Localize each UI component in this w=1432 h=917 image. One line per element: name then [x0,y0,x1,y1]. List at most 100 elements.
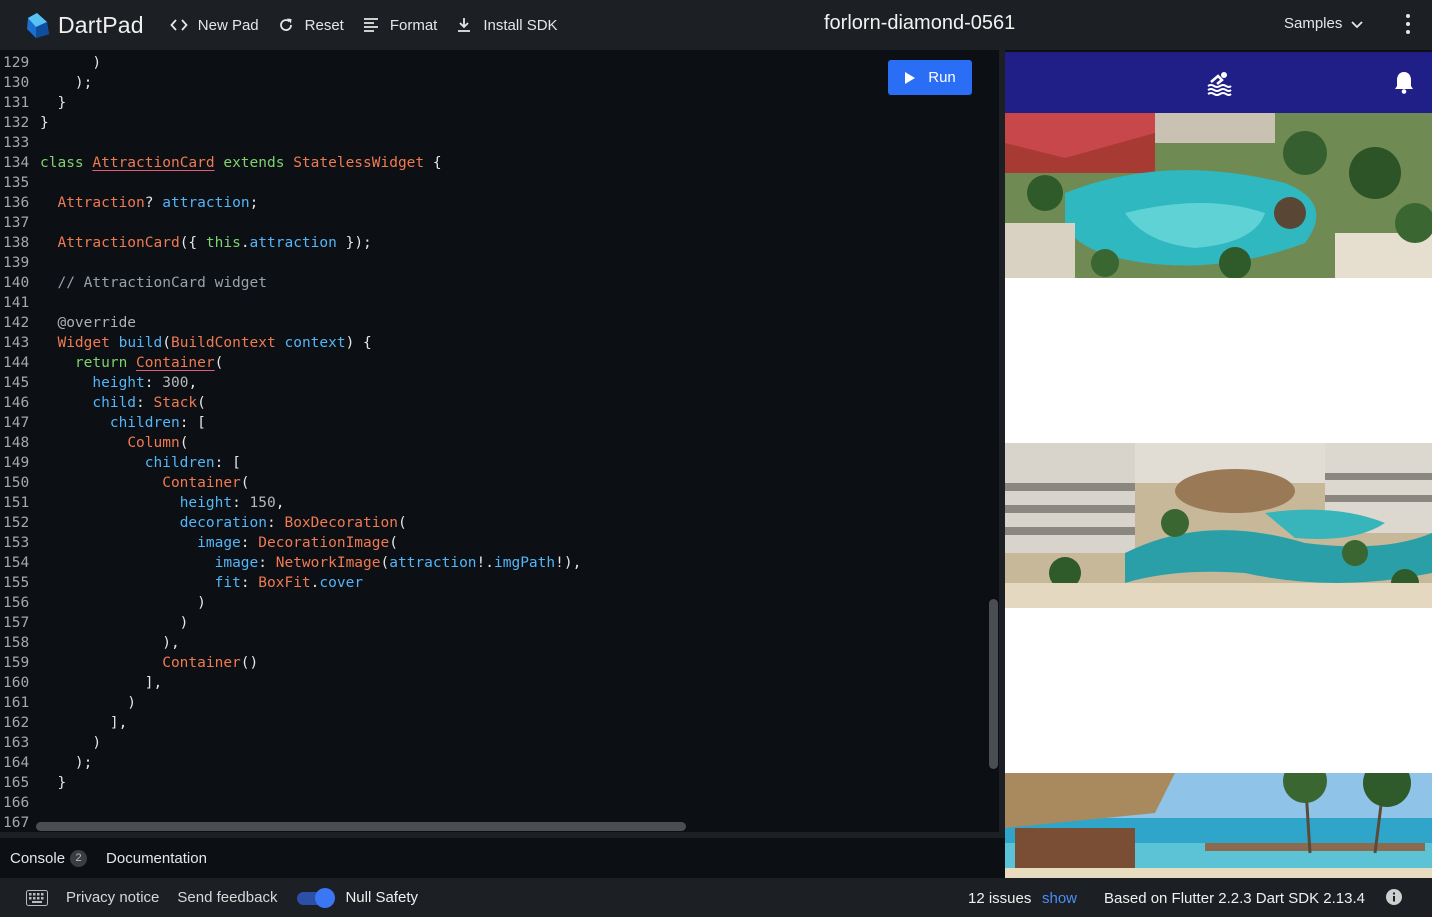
code-line[interactable]: 152 decoration: BoxDecoration( [0,513,581,533]
keyboard-icon[interactable] [26,889,48,906]
code-line[interactable]: 164 ); [0,753,581,773]
pad-title[interactable]: forlorn-diamond-0561 [824,12,1015,35]
code-line[interactable]: 138 AttractionCard({ this.attraction }); [0,233,581,253]
code-line[interactable]: 135 [0,173,581,193]
code-token: 300 [162,375,189,391]
code-line[interactable]: 163 ) [0,733,581,753]
code-line[interactable]: 145 height: 300, [0,373,581,393]
code-line[interactable]: 159 Container() [0,653,581,673]
top-toolbar: DartPad New Pad Reset Format Install SDK… [0,0,1432,50]
line-number: 129 [3,55,30,71]
code-line[interactable]: 147 children: [ [0,413,581,433]
samples-dropdown[interactable]: Samples [1284,15,1364,32]
code-line[interactable]: 142 @override [0,313,581,333]
line-text: height: 300, [40,373,197,393]
code-line[interactable]: 140 // AttractionCard widget [0,273,581,293]
line-number: 157 [3,615,30,631]
code-token: ( [389,535,398,551]
reset-button[interactable]: Reset [277,16,344,34]
notifications-icon[interactable] [1393,70,1415,94]
code-token: ) [40,595,206,611]
code-line[interactable]: 161 ) [0,693,581,713]
code-token: height [92,375,145,391]
attraction-image-pool [1005,113,1432,278]
null-safety-toggle[interactable] [297,887,336,908]
flutter-preview[interactable] [1005,52,1432,878]
code-token: : [232,495,250,511]
code-line[interactable]: 155 fit: BoxFit.cover [0,573,581,593]
show-issues-link[interactable]: show [1042,890,1077,907]
code-line[interactable]: 160 ], [0,673,581,693]
code-line[interactable]: 165 } [0,773,581,793]
code-token: BuildContext [170,335,276,351]
code-lines[interactable]: 129 ) 130 ); 131 } 132} 133 134 class Attracti… [0,53,581,832]
line-text: ) [40,733,101,753]
tab-console[interactable]: Console 2 [10,849,88,867]
info-icon[interactable] [1386,889,1402,905]
play-icon [905,71,916,84]
tab-documentation[interactable]: Documentation [106,850,207,867]
run-button[interactable]: Run [888,60,972,95]
pool-icon[interactable] [1205,68,1233,96]
line-number: 135 [3,175,30,191]
code-line[interactable]: 149 children: [ [0,453,581,473]
code-token: : [ [214,455,241,471]
code-token: height [179,495,233,511]
line-text: } [40,113,49,133]
code-line[interactable]: 136 Attraction? attraction; [0,193,581,213]
code-line[interactable]: 132} [0,113,581,133]
code-token: Container [162,475,241,491]
dartpad-logo[interactable]: DartPad [22,10,144,40]
code-line[interactable]: 133 [0,133,581,153]
code-token: ( [240,475,250,491]
code-line[interactable]: 158 ), [0,633,581,653]
code-icon [170,19,188,31]
line-number: 139 [3,255,30,271]
more-options-icon[interactable] [1398,12,1418,36]
line-number: 154 [3,555,30,571]
editor-vertical-scrollbar[interactable] [989,599,998,769]
code-token: }); [336,235,372,251]
code-line[interactable]: 131 } [0,93,581,113]
new-pad-button[interactable]: New Pad [170,16,259,34]
console-label: Console [10,849,66,867]
format-button[interactable]: Format [362,16,437,34]
code-token: BoxFit [258,575,311,591]
documentation-label: Documentation [106,849,207,867]
code-token: : [144,375,163,391]
code-line[interactable]: 162 ], [0,713,581,733]
line-text: decoration: BoxDecoration( [40,513,407,533]
code-line[interactable]: 134 class AttractionCard extends Stateles… [0,153,581,173]
code-line[interactable]: 144 return Container( [0,353,581,373]
privacy-notice-link[interactable]: Privacy notice [66,889,159,906]
code-token: cover [319,575,364,591]
editor-horizontal-scrollbar[interactable] [36,822,686,831]
code-line[interactable]: 148 Column( [0,433,581,453]
code-line[interactable]: 146 child: Stack( [0,393,581,413]
code-line[interactable]: 153 image: DecorationImage( [0,533,581,553]
code-line[interactable]: 137 [0,213,581,233]
code-line[interactable]: 157 ) [0,613,581,633]
code-line[interactable]: 129 ) [0,53,581,73]
code-line[interactable]: 154 image: NetworkImage(attraction!.imgP… [0,553,581,573]
code-editor[interactable]: 129 ) 130 ); 131 } 132} 133 134 class Attracti… [0,50,999,832]
line-number: 159 [3,655,30,671]
code-token: Container [162,655,241,671]
code-token: ], [40,715,128,731]
code-line[interactable]: 156 ) [0,593,581,613]
code-token: } [40,95,67,111]
code-line[interactable]: 166 [0,793,581,813]
code-line[interactable]: 151 height: 150, [0,493,581,513]
code-line[interactable]: 141 [0,293,581,313]
install-sdk-button[interactable]: Install SDK [455,16,558,34]
code-line[interactable]: 150 Container( [0,473,581,493]
line-number: 130 [3,75,30,91]
code-line[interactable]: 139 [0,253,581,273]
code-line[interactable]: 130 ); [0,73,581,93]
code-line[interactable]: 143 Widget build(BuildContext context) { [0,333,581,353]
send-feedback-link[interactable]: Send feedback [177,889,277,906]
line-text: ), [40,633,179,653]
line-number: 158 [3,635,30,651]
